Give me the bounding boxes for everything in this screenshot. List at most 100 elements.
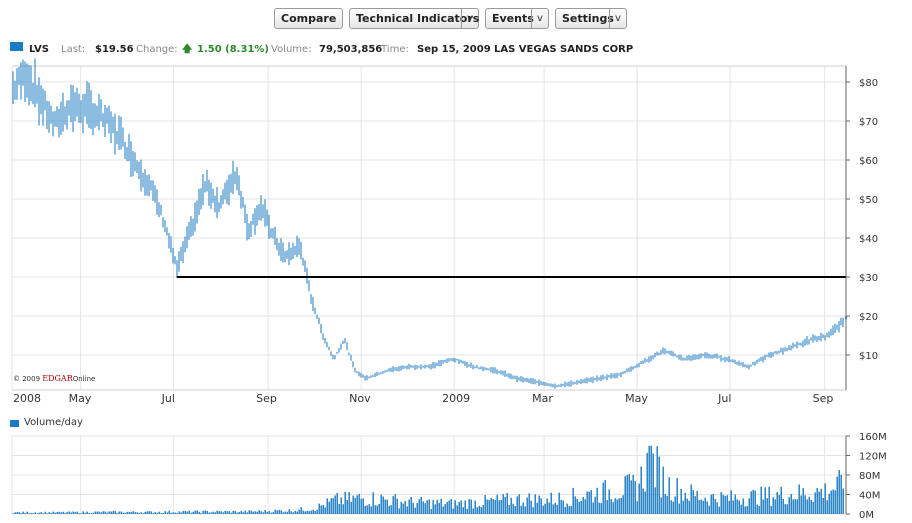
- volume-bar: [652, 453, 654, 514]
- volume-bar: [86, 511, 88, 514]
- volume-bar: [616, 499, 618, 514]
- volume-bar: [804, 495, 806, 514]
- volume-bar: [568, 506, 570, 514]
- volume-bar: [618, 498, 620, 514]
- volume-bar: [640, 466, 642, 514]
- volume-bar: [698, 499, 700, 514]
- volume-bar: [342, 504, 344, 514]
- volume-bar: [264, 509, 266, 514]
- volume-bar: [726, 495, 728, 514]
- volume-bar: [450, 498, 452, 514]
- volume-bar: [478, 505, 480, 514]
- volume-bar: [826, 500, 828, 514]
- volume-bar: [830, 490, 832, 514]
- volume-bar: [634, 481, 636, 514]
- volume-y-tick-label: 40M: [859, 491, 880, 502]
- price-x-tick-label: Nov: [349, 392, 371, 405]
- volume-bar: [590, 490, 592, 514]
- volume-bar: [822, 498, 824, 514]
- volume-bar: [742, 498, 744, 514]
- volume-bar: [158, 511, 160, 514]
- volume-bar: [154, 512, 156, 514]
- volume-bar: [588, 491, 590, 514]
- volume-bar: [168, 510, 170, 514]
- volume-bar: [100, 512, 102, 514]
- volume-bar: [222, 512, 224, 514]
- volume-bar: [348, 491, 350, 514]
- volume-y-axis: 0M 40M 80M 120M 160M: [845, 432, 887, 521]
- volume-bar: [72, 511, 74, 514]
- volume-bar: [124, 512, 126, 514]
- volume-bar: [720, 492, 722, 514]
- volume-bar: [648, 445, 650, 514]
- volume-bar: [162, 512, 164, 514]
- volume-bar: [260, 511, 262, 514]
- volume-bar: [352, 495, 354, 514]
- price-x-tick-label: 2008: [13, 392, 41, 405]
- volume-bar: [408, 499, 410, 514]
- volume-bar: [378, 504, 380, 514]
- volume-bar: [376, 505, 378, 514]
- volume-bar: [746, 506, 748, 514]
- volume-bar: [440, 498, 442, 514]
- volume-bar: [434, 504, 436, 514]
- volume-bar: [724, 495, 726, 514]
- volume-bar: [276, 510, 278, 514]
- volume-y-tick-label: 120M: [859, 452, 887, 463]
- volume-bar: [666, 495, 668, 514]
- volume-bar: [34, 512, 36, 514]
- volume-bar: [20, 512, 22, 514]
- volume-bar: [552, 504, 554, 514]
- volume-bar: [270, 512, 272, 514]
- volume-bar: [88, 512, 90, 514]
- volume-bar: [476, 507, 478, 514]
- volume-bar: [50, 512, 52, 514]
- volume-bar: [160, 512, 162, 514]
- volume-bar: [106, 512, 108, 514]
- volume-bar: [248, 510, 250, 514]
- volume-bar: [736, 499, 738, 514]
- volume-bar: [18, 512, 20, 514]
- volume-bar: [284, 511, 286, 514]
- volume-bar: [134, 512, 136, 514]
- volume-bar: [496, 494, 498, 514]
- volume-bar: [112, 511, 114, 514]
- volume-bar: [436, 499, 438, 514]
- volume-bar: [362, 498, 364, 514]
- volume-bar: [530, 500, 532, 514]
- volume-bar: [126, 511, 128, 514]
- volume-bar: [208, 512, 210, 514]
- volume-bar: [226, 511, 228, 514]
- volume-bar: [224, 510, 226, 514]
- volume-bar: [334, 495, 336, 514]
- volume-bar: [180, 512, 182, 514]
- volume-bar: [136, 512, 138, 514]
- volume-bar: [120, 511, 122, 514]
- volume-bar: [176, 513, 178, 514]
- volume-bar: [696, 490, 698, 514]
- volume-bar: [332, 498, 334, 514]
- volume-bar: [422, 501, 424, 514]
- volume-bar: [460, 500, 462, 514]
- volume-bar: [110, 511, 112, 514]
- volume-bar: [210, 512, 212, 514]
- volume-bar: [540, 498, 542, 514]
- price-plot-frame: [11, 65, 847, 391]
- volume-bar: [84, 512, 86, 514]
- volume-bar: [824, 483, 826, 514]
- price-x-tick-label: Sep: [256, 392, 277, 405]
- copyright-prefix: © 2009: [13, 375, 41, 383]
- volume-bar: [756, 504, 758, 514]
- volume-bar: [448, 500, 450, 514]
- volume-bar: [676, 478, 678, 514]
- volume-bar: [636, 501, 638, 514]
- volume-bar: [204, 510, 206, 514]
- volume-bar: [374, 505, 376, 514]
- price-y-tick-label: $60: [859, 156, 878, 167]
- volume-bar: [24, 512, 26, 514]
- volume-bar: [596, 487, 598, 514]
- volume-bar: [512, 503, 514, 514]
- volume-bar: [670, 500, 672, 514]
- volume-bar: [580, 500, 582, 514]
- volume-bar: [706, 501, 708, 514]
